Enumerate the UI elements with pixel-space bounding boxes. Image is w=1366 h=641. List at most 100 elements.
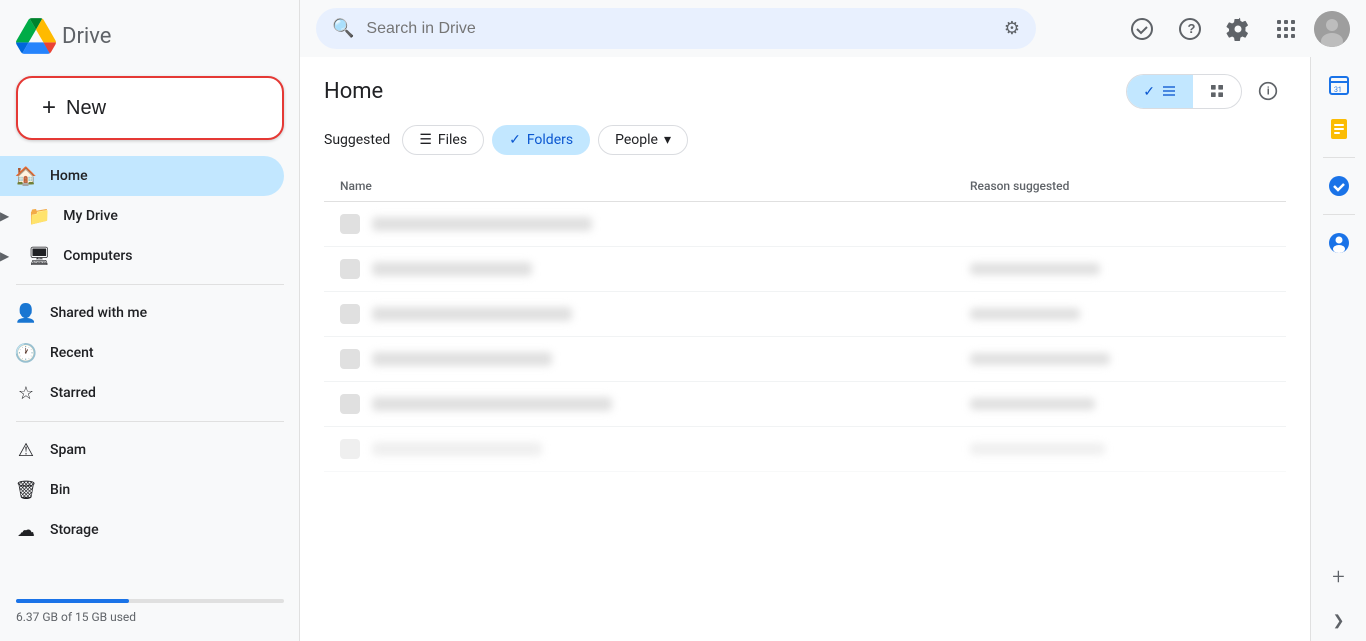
table-row[interactable]	[324, 247, 1286, 292]
page-header: Home ✓	[324, 73, 1286, 109]
grid-view-btn[interactable]	[1193, 75, 1241, 108]
storage-section: 6.37 GB of 15 GB used	[0, 591, 300, 633]
right-panel-divider	[1323, 157, 1355, 158]
filter-label: Suggested	[324, 132, 390, 148]
filter-chip-label: Folders	[527, 132, 573, 148]
right-panel-contacts[interactable]	[1319, 223, 1359, 263]
list-view-btn[interactable]: ✓	[1127, 75, 1193, 108]
file-type-icon	[340, 304, 360, 324]
info-icon: i	[1258, 81, 1278, 101]
filter-chip-folders[interactable]: ✓ Folders	[492, 125, 590, 155]
sidebar-item-recent[interactable]: 🕐 Recent	[0, 333, 284, 373]
row-name-cell	[340, 259, 970, 279]
sidebar-item-spam[interactable]: ⚠ Spam	[0, 430, 284, 470]
reason-blurred	[970, 308, 1080, 320]
help-icon: ?	[1178, 17, 1202, 41]
sidebar-nav: 🏠 Home ▶ 📁 My Drive ▶ 🖥 Computers 👤 Shar…	[0, 156, 300, 591]
table-row[interactable]	[324, 427, 1286, 472]
files-icon: ☰	[419, 132, 432, 148]
svg-text:i: i	[1267, 85, 1270, 97]
file-name-blurred	[372, 307, 572, 321]
table-row[interactable]	[324, 382, 1286, 427]
storage-icon: ☁	[16, 520, 36, 540]
sidebar-item-shared[interactable]: 👤 Shared with me	[0, 293, 284, 333]
content-area: Home ✓	[300, 57, 1366, 641]
check-icon: ✓	[509, 132, 521, 148]
search-bar: 🔍 ⚙	[316, 8, 1036, 49]
right-panel-add-btn[interactable]: +	[1319, 557, 1359, 597]
sidebar-item-label: My Drive	[63, 208, 118, 224]
sidebar-item-computers-row: ▶ 🖥 Computers	[0, 236, 300, 276]
my-drive-icon: 📁	[29, 206, 49, 226]
app-title: Drive	[62, 24, 111, 49]
reason-cell	[970, 308, 1270, 320]
filter-chip-people[interactable]: People ▾	[598, 125, 688, 155]
sidebar-item-my-drive[interactable]: 📁 My Drive	[13, 196, 300, 236]
recent-icon: 🕐	[16, 343, 36, 363]
top-bar: 🔍 ⚙ ?	[300, 0, 1366, 57]
row-name-cell	[340, 439, 970, 459]
tasks-icon-btn[interactable]	[1122, 9, 1162, 49]
table-row[interactable]	[324, 337, 1286, 382]
settings-btn[interactable]	[1218, 9, 1258, 49]
filter-chip-label: Files	[438, 132, 467, 148]
new-button[interactable]: + New	[16, 76, 284, 140]
table-row[interactable]	[324, 292, 1286, 337]
expand-panel-btn[interactable]: ❯	[1327, 609, 1351, 633]
user-avatar-icon	[1314, 11, 1350, 47]
computers-arrow[interactable]: ▶	[0, 249, 9, 263]
help-btn[interactable]: ?	[1170, 9, 1210, 49]
table-body	[324, 202, 1286, 472]
reason-cell	[970, 263, 1270, 275]
my-drive-arrow[interactable]: ▶	[0, 209, 9, 223]
row-name-cell	[340, 394, 970, 414]
grid-view-icon	[1209, 83, 1225, 99]
right-panel: 31	[1310, 57, 1366, 641]
avatar[interactable]	[1314, 11, 1350, 47]
filter-tabs: Suggested ☰ Files ✓ Folders People ▾	[324, 125, 1286, 155]
main-content: Home ✓	[300, 57, 1310, 641]
sidebar-header: Drive	[0, 8, 300, 72]
settings-icon	[1226, 17, 1250, 41]
sidebar-item-computers[interactable]: 🖥 Computers	[13, 236, 300, 276]
computers-icon: 🖥	[29, 246, 49, 266]
storage-bar-fill	[16, 599, 129, 603]
grid-icon	[1274, 17, 1298, 41]
sidebar-item-label: Storage	[50, 522, 99, 538]
reason-blurred	[970, 398, 1095, 410]
sidebar-item-starred[interactable]: ☆ Starred	[0, 373, 284, 413]
apps-btn[interactable]	[1266, 9, 1306, 49]
row-name-cell	[340, 214, 970, 234]
filter-chip-label: People	[615, 132, 658, 148]
check-icon: ✓	[1143, 83, 1155, 100]
top-bar-actions: ?	[1122, 9, 1350, 49]
right-panel-tasks[interactable]	[1319, 166, 1359, 206]
right-panel-keep[interactable]	[1319, 109, 1359, 149]
sidebar-item-storage[interactable]: ☁ Storage	[0, 510, 284, 550]
check-circle-icon	[1130, 17, 1154, 41]
file-type-icon	[340, 439, 360, 459]
svg-text:?: ?	[1188, 21, 1196, 36]
table-row[interactable]	[324, 202, 1286, 247]
calendar-icon: 31	[1327, 73, 1351, 97]
info-btn[interactable]: i	[1250, 73, 1286, 109]
sidebar-item-label: Starred	[50, 385, 96, 401]
nav-divider-2	[16, 421, 284, 422]
sidebar-item-my-drive-row: ▶ 📁 My Drive	[0, 196, 300, 236]
sidebar-item-label: Shared with me	[50, 305, 147, 321]
view-controls: ✓	[1126, 73, 1286, 109]
search-filter-icon[interactable]: ⚙	[1004, 18, 1020, 39]
row-name-cell	[340, 349, 970, 369]
sidebar-item-home[interactable]: 🏠 Home	[0, 156, 284, 196]
search-input[interactable]	[366, 20, 991, 38]
reason-cell	[970, 353, 1270, 365]
right-panel-calendar[interactable]: 31	[1319, 65, 1359, 105]
filter-chip-files[interactable]: ☰ Files	[402, 125, 484, 155]
sidebar-item-bin[interactable]: 🗑 Bin	[0, 470, 284, 510]
sidebar-item-label: Home	[50, 168, 88, 184]
file-type-icon	[340, 349, 360, 369]
right-panel-divider-2	[1323, 214, 1355, 215]
contacts-icon	[1327, 231, 1351, 255]
bin-icon: 🗑	[16, 480, 36, 500]
row-name-cell	[340, 304, 970, 324]
